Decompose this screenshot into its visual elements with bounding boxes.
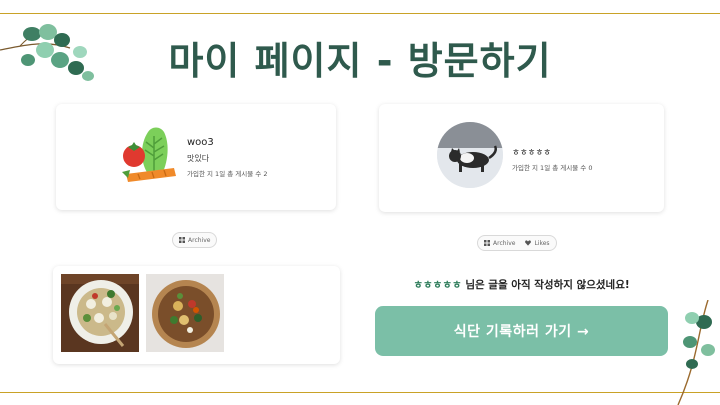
my-profile-card: woo3 맛있다 가입한 지 1일 총 게시물 수 2: [56, 104, 336, 210]
salad-bowl-photo: [146, 274, 224, 352]
vegetables-icon: [122, 127, 176, 182]
post-thumbnail[interactable]: [146, 274, 224, 352]
my-profile-tabs: Archive: [172, 232, 218, 248]
tab-archive-label: Archive: [493, 239, 516, 247]
grid-icon: [179, 237, 185, 243]
bottom-rule: [0, 392, 720, 393]
tab-archive-label: Archive: [188, 236, 211, 244]
profile-username: ㅎㅎㅎㅎㅎ: [512, 148, 552, 158]
profile-username: woo3: [187, 137, 214, 148]
tab-likes-label: Likes: [534, 239, 550, 247]
tab-archive[interactable]: Archive: [484, 240, 515, 247]
post-thumbnail[interactable]: [61, 274, 139, 352]
empty-message-text: 님은 글을 아직 작성하지 않으셨네요!: [461, 279, 630, 291]
page-title: 마이 페이지 - 방문하기: [168, 39, 552, 83]
posts-grid: [53, 266, 340, 364]
salad-plate-photo: [61, 274, 139, 352]
heart-icon: [525, 240, 532, 246]
top-rule: [0, 13, 720, 14]
profile-stats: 가입한 지 1일 총 게시물 수 0: [512, 164, 593, 172]
tab-archive[interactable]: Archive: [179, 237, 210, 244]
visited-nickname: ㅎㅎㅎㅎㅎ: [413, 279, 462, 291]
profile-bio: 맛있다: [187, 154, 210, 163]
visited-profile-card: ㅎㅎㅎㅎㅎ 가입한 지 1일 총 게시물 수 0: [379, 104, 664, 212]
tab-likes[interactable]: Likes: [525, 239, 550, 247]
profile-stats: 가입한 지 1일 총 게시물 수 2: [187, 170, 268, 178]
avatar: [437, 122, 503, 188]
cat-on-snow-photo: [437, 122, 503, 188]
empty-posts-message: ㅎㅎㅎㅎㅎ 님은 글을 아직 작성하지 않으셨네요!: [375, 277, 668, 292]
grid-icon: [484, 240, 490, 246]
eucalyptus-decoration-icon: [677, 300, 715, 405]
go-record-meal-button[interactable]: 식단 기록하러 가기 →: [375, 306, 668, 356]
visited-profile-tabs: Archive Likes: [477, 235, 557, 251]
